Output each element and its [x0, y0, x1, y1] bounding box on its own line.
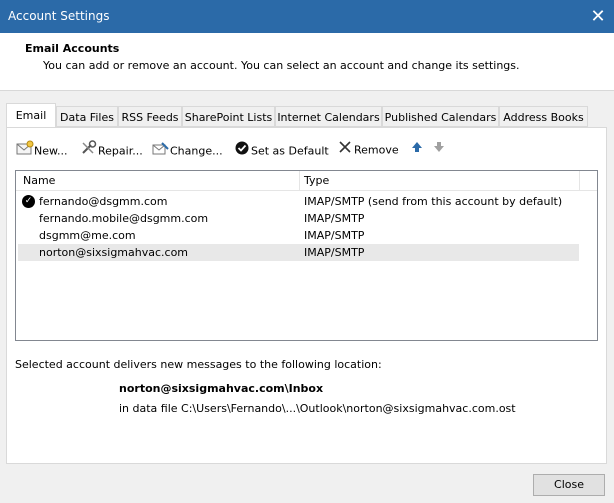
tab-address-books[interactable]: Address Books — [499, 106, 588, 127]
delivery-location-label: Selected account delivers new messages t… — [15, 358, 382, 371]
title-bar: Account Settings ✕ — [0, 0, 614, 33]
default-account-check-icon: ✓ — [22, 195, 35, 208]
account-type: IMAP/SMTP — [304, 246, 365, 259]
window-title: Account Settings — [8, 9, 110, 23]
tab-sharepoint-lists[interactable]: SharePoint Lists — [182, 106, 275, 127]
delivery-data-file: in data file C:\Users\Fernando\...\Outlo… — [119, 402, 516, 415]
tab-internet-calendars[interactable]: Internet Calendars — [275, 106, 382, 127]
delivery-folder: norton@sixsigmahvac.com\Inbox — [119, 382, 324, 395]
arrow-up-icon — [408, 140, 426, 161]
account-name: dsgmm@me.com — [39, 229, 136, 242]
header-title: Email Accounts — [25, 42, 120, 55]
remove-x-icon — [336, 140, 354, 161]
close-button[interactable]: Close — [533, 474, 605, 496]
change-button-label: Change... — [170, 144, 223, 158]
new-account-icon — [16, 140, 34, 163]
account-row-selected[interactable]: norton@sixsigmahvac.com IMAP/SMTP — [18, 244, 579, 261]
header-description: You can add or remove an account. You ca… — [43, 59, 520, 72]
column-divider[interactable] — [299, 171, 300, 190]
repair-button-label: Repair... — [98, 144, 143, 158]
column-divider[interactable] — [579, 171, 580, 190]
dialog-header: Email Accounts You can add or remove an … — [0, 33, 614, 91]
move-down-button[interactable] — [430, 140, 448, 160]
account-row[interactable]: dsgmm@me.com IMAP/SMTP — [18, 227, 579, 244]
close-icon[interactable]: ✕ — [582, 0, 614, 33]
change-button[interactable]: Change... — [152, 140, 223, 160]
new-button-label: New... — [34, 144, 68, 158]
column-header-name[interactable]: Name — [23, 174, 55, 187]
remove-button[interactable]: Remove — [336, 140, 399, 160]
tab-published-calendars[interactable]: Published Calendars — [382, 106, 499, 127]
set-default-button[interactable]: Set as Default — [233, 140, 329, 160]
account-name: fernando.mobile@dsgmm.com — [39, 212, 209, 225]
move-up-button[interactable] — [408, 140, 426, 160]
account-type: IMAP/SMTP (send from this account by def… — [304, 195, 563, 208]
remove-button-label: Remove — [354, 143, 399, 157]
account-type: IMAP/SMTP — [304, 212, 365, 225]
repair-button[interactable]: Repair... — [80, 140, 143, 160]
tab-rss-feeds[interactable]: RSS Feeds — [118, 106, 182, 127]
tab-data-files[interactable]: Data Files — [56, 106, 118, 127]
checkmark-circle-icon — [233, 140, 251, 163]
account-row[interactable]: fernando.mobile@dsgmm.com IMAP/SMTP — [18, 210, 579, 227]
new-button[interactable]: New... — [16, 140, 67, 160]
account-name: norton@sixsigmahvac.com — [39, 246, 189, 259]
account-row[interactable]: ✓ fernando@dsgmm.com IMAP/SMTP (send fro… — [18, 193, 579, 210]
change-account-icon — [152, 140, 170, 163]
list-header: Name Type — [16, 171, 597, 191]
tab-email[interactable]: Email — [6, 103, 56, 127]
account-name: fernando@dsgmm.com — [39, 195, 168, 208]
arrow-down-icon — [430, 140, 448, 161]
wrench-icon — [80, 140, 98, 163]
accounts-list[interactable]: Name Type ✓ fernando@dsgmm.com IMAP/SMTP… — [15, 170, 598, 341]
account-type: IMAP/SMTP — [304, 229, 365, 242]
set-default-button-label: Set as Default — [251, 144, 329, 158]
column-header-type[interactable]: Type — [304, 174, 329, 187]
